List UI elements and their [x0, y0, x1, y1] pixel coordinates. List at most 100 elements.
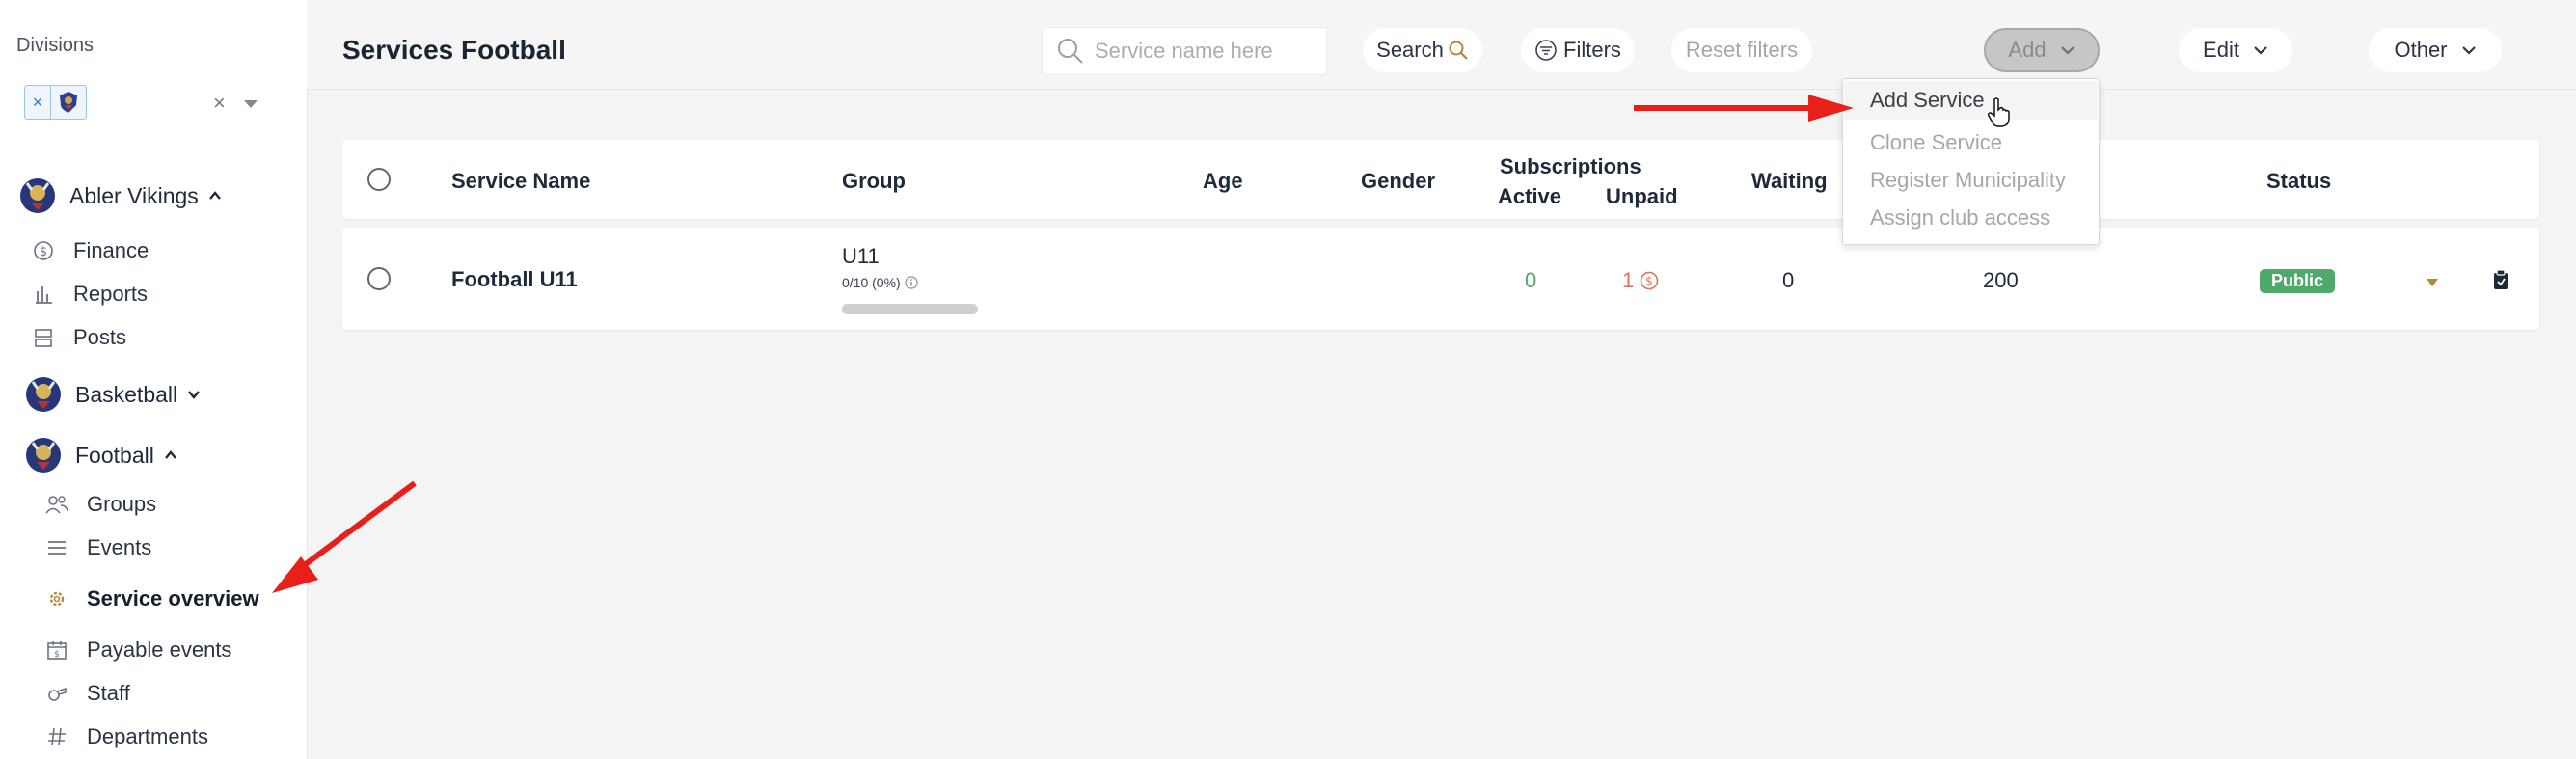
dollar-circle-icon: $	[1640, 271, 1659, 290]
club-name: Football	[75, 442, 154, 468]
svg-text:$: $	[54, 650, 60, 660]
add-button[interactable]: Add	[1984, 28, 2100, 72]
column-service-name[interactable]: Service Name	[451, 169, 590, 194]
sidebar-item-label: Staff	[87, 681, 130, 705]
edit-button[interactable]: Edit	[2179, 28, 2292, 72]
group-capacity-text: 0/10 (0%)	[842, 275, 901, 290]
menu-item-register-municipality[interactable]: Register Municipality	[1870, 168, 2066, 193]
column-active[interactable]: Active	[1498, 184, 1561, 209]
search-button-label: Search	[1376, 38, 1444, 62]
chip-remove-icon[interactable]: ×	[25, 86, 51, 119]
other-button-label: Other	[2394, 38, 2448, 62]
calendar-dollar-icon: $	[44, 637, 69, 663]
club-abler-vikings[interactable]: Abler Vikings	[19, 177, 222, 214]
club-logo-icon	[51, 86, 86, 119]
reset-filters-label: Reset filters	[1685, 38, 1799, 62]
service-name-cell[interactable]: Football U11	[451, 267, 578, 292]
group-cell: U11	[842, 244, 880, 268]
sidebar-item-payable-events[interactable]: $ Payable events	[44, 637, 231, 663]
sidebar-item-service-overview[interactable]: Service overview	[44, 586, 259, 611]
table-row[interactable]: Football U11 U11 0/10 (0%) 0 1 $ 0 200 P…	[342, 228, 2539, 330]
sidebar-item-label: Payable events	[87, 637, 232, 662]
page-title: Services Football	[342, 35, 566, 65]
divisions-label: Divisions	[16, 35, 95, 56]
sidebar-item-events[interactable]: Events	[44, 535, 151, 560]
chevron-down-icon	[188, 391, 201, 399]
dollar-circle-icon: $	[31, 238, 56, 263]
sidebar-item-label: Finance	[73, 238, 149, 262]
group-capacity-bar	[842, 304, 978, 314]
info-icon[interactable]	[904, 276, 918, 289]
annotation-arrow-icon	[1634, 95, 1854, 122]
sidebar-item-label: Reports	[73, 282, 149, 306]
unpaid-count-value: 1	[1622, 268, 1635, 292]
gear-icon	[44, 586, 69, 611]
club-name: Basketball	[75, 381, 178, 407]
reset-filters-button[interactable]: Reset filters	[1671, 28, 1812, 72]
club-logo-icon	[26, 438, 61, 473]
search-button[interactable]: Search	[1363, 28, 1482, 72]
select-clear-icon[interactable]: ×	[213, 91, 226, 116]
clipboard-icon[interactable]	[2490, 268, 2511, 291]
column-subscriptions: Subscriptions	[1500, 154, 1641, 178]
menu-item-clone-service[interactable]: Clone Service	[1870, 130, 2002, 155]
users-icon	[44, 492, 69, 517]
column-age[interactable]: Age	[1203, 169, 1243, 194]
add-dropdown-menu: Add Service Clone Service Register Munic…	[1842, 78, 2100, 245]
search-icon	[1058, 39, 1083, 64]
club-basketball[interactable]: Basketball	[25, 376, 201, 413]
sidebar-item-staff[interactable]: Staff	[44, 681, 130, 706]
sidebar-item-reports[interactable]: Reports	[31, 282, 148, 307]
list-icon	[44, 535, 69, 560]
svg-text:$: $	[1645, 275, 1653, 288]
filter-icon	[1535, 40, 1557, 61]
column-waiting[interactable]: Waiting	[1751, 169, 1828, 194]
hand-cursor-icon	[1988, 97, 2010, 127]
sidebar-item-label: Events	[87, 535, 152, 559]
club-football[interactable]: Football	[25, 437, 177, 474]
bar-chart-icon	[31, 282, 56, 307]
sidebar-item-departments[interactable]: Departments	[44, 724, 208, 749]
menu-item-assign-club-access[interactable]: Assign club access	[1870, 205, 2050, 230]
chevron-up-icon	[164, 450, 176, 459]
division-chip: ×	[24, 85, 87, 120]
amount-cell: 200	[1983, 268, 2019, 292]
sidebar: Divisions × × Abler Vikings $ Finance Re…	[0, 0, 308, 759]
column-status[interactable]: Status	[2266, 169, 2331, 194]
status-badge: Public	[2260, 269, 2336, 293]
menu-item-add-service[interactable]: Add Service	[1844, 81, 2098, 120]
posts-icon	[31, 325, 56, 350]
other-button[interactable]: Other	[2369, 28, 2502, 72]
search-field[interactable]	[1042, 27, 1327, 75]
club-logo-icon	[26, 377, 61, 412]
sidebar-item-label: Departments	[87, 724, 208, 748]
sidebar-item-groups[interactable]: Groups	[44, 492, 156, 517]
sidebar-item-label: Posts	[73, 325, 127, 349]
chevron-down-icon	[2461, 46, 2476, 55]
sidebar-item-posts[interactable]: Posts	[31, 325, 126, 350]
select-all-radio[interactable]	[367, 168, 391, 191]
table-header: Service Name Group Age Gender Subscripti…	[342, 140, 2539, 219]
search-icon	[1449, 41, 1468, 60]
column-unpaid[interactable]: Unpaid	[1606, 184, 1678, 209]
unpaid-count[interactable]: 1 $	[1622, 268, 1659, 293]
divisions-select[interactable]: × ×	[16, 81, 259, 123]
chevron-up-icon	[208, 191, 221, 200]
waiting-count: 0	[1782, 268, 1795, 292]
status-dropdown-icon[interactable]	[2425, 278, 2440, 287]
club-logo-icon	[20, 178, 55, 213]
column-group[interactable]: Group	[842, 169, 906, 194]
filters-button[interactable]: Filters	[1521, 28, 1635, 72]
active-count: 0	[1525, 268, 1537, 292]
select-dropdown-icon[interactable]	[244, 100, 258, 108]
group-capacity: 0/10 (0%)	[842, 275, 918, 290]
sidebar-item-finance[interactable]: $ Finance	[31, 238, 149, 263]
sidebar-item-label: Service overview	[87, 586, 259, 610]
sidebar-item-label: Groups	[87, 492, 157, 516]
column-gender[interactable]: Gender	[1361, 169, 1435, 194]
row-select-radio[interactable]	[367, 267, 391, 290]
whistle-icon	[44, 681, 69, 706]
svg-text:$: $	[40, 245, 47, 259]
search-input[interactable]	[1093, 38, 1309, 65]
club-name: Abler Vikings	[69, 182, 199, 208]
